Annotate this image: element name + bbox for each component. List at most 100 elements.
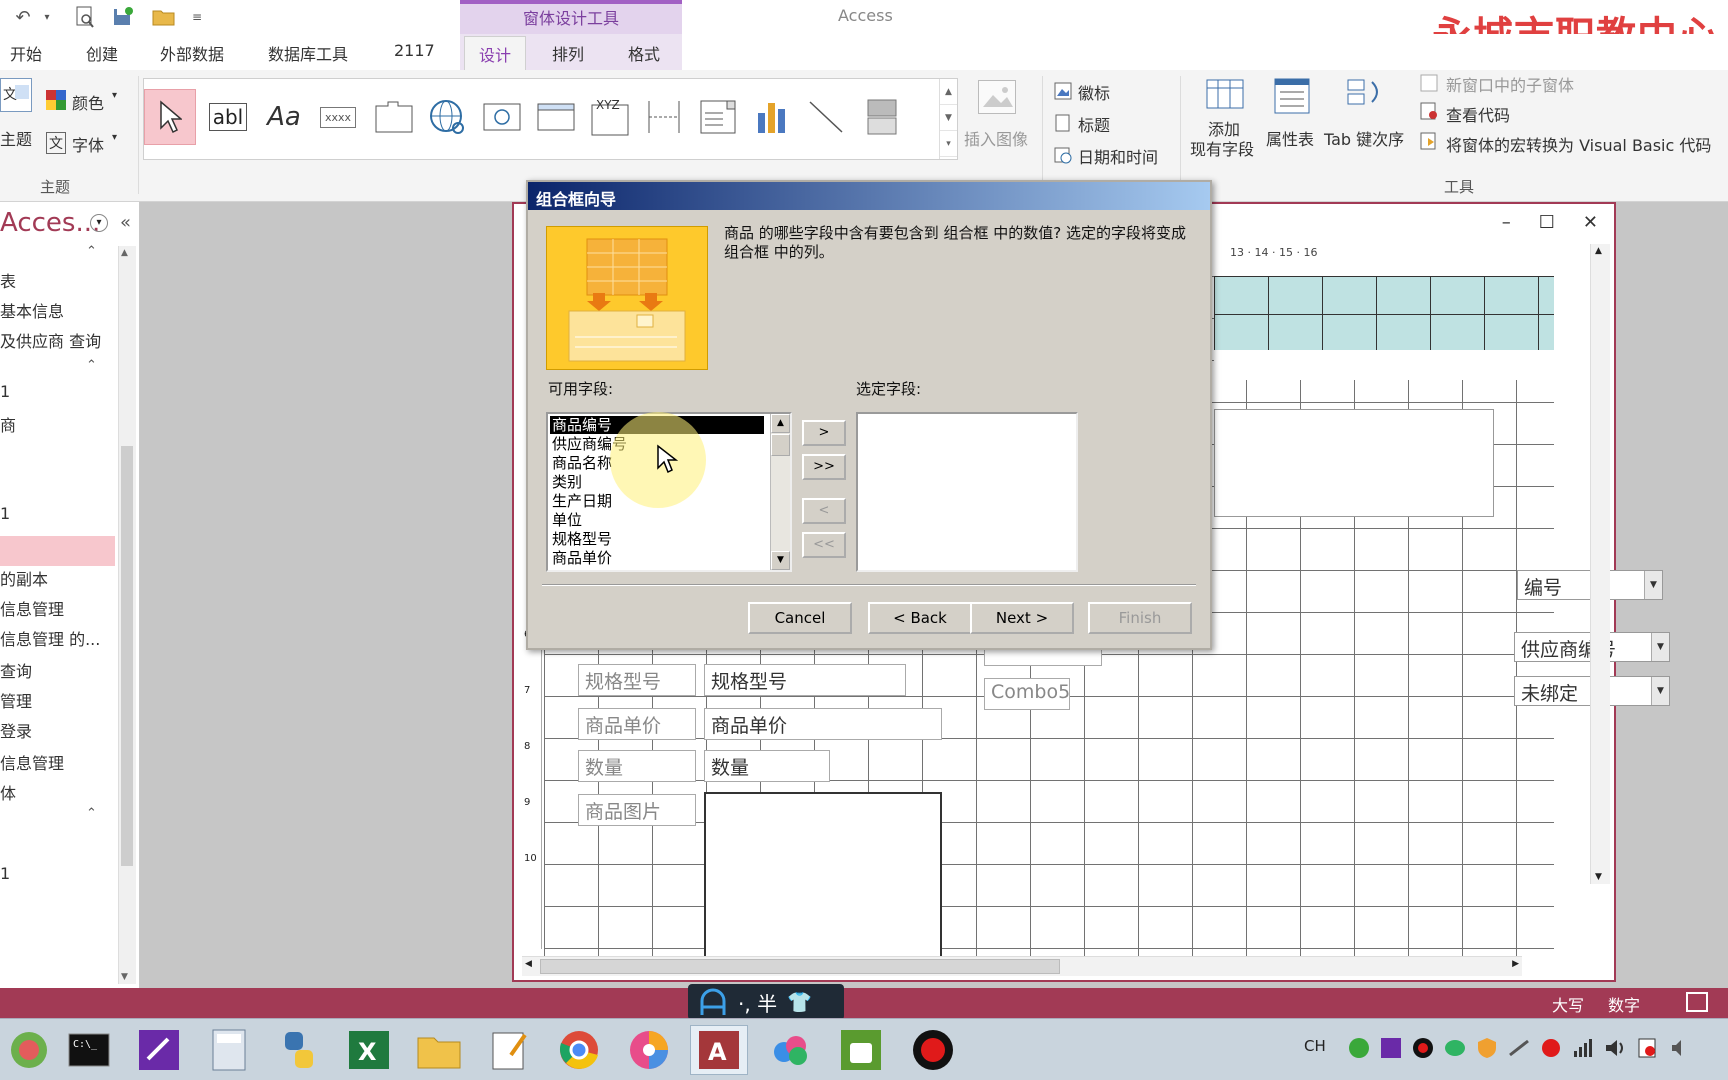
ime-skin-icon[interactable]: 👕 bbox=[787, 990, 812, 1014]
close-icon[interactable]: ✕ bbox=[1583, 212, 1598, 233]
nav-item[interactable]: 商 bbox=[0, 412, 16, 436]
list-item[interactable]: 类别 bbox=[552, 473, 582, 491]
tab-control-icon[interactable] bbox=[368, 89, 420, 145]
group-collapse-icon[interactable]: ⌃ bbox=[86, 244, 97, 259]
list-item[interactable]: 生产日期 bbox=[552, 492, 612, 510]
nav-item[interactable]: 查询 bbox=[0, 658, 32, 682]
group-collapse-icon[interactable]: ⌃ bbox=[86, 358, 97, 373]
dialog-title[interactable]: 组合框向导 bbox=[528, 182, 1210, 210]
tray-flag-icon[interactable] bbox=[1636, 1037, 1658, 1059]
combo-box-control-icon[interactable] bbox=[692, 89, 744, 145]
combo-dropdown-icon[interactable]: ▼ bbox=[1651, 633, 1669, 661]
network-icon[interactable] bbox=[1572, 1037, 1594, 1059]
field-textbox[interactable]: 规格型号 bbox=[704, 664, 906, 696]
chart-control-icon[interactable] bbox=[746, 89, 798, 145]
tab-create[interactable]: 创建 bbox=[86, 41, 118, 65]
form-horizontal-scrollbar[interactable]: ◀ ▶ bbox=[522, 956, 1522, 976]
tab-format[interactable]: 格式 bbox=[628, 41, 660, 65]
access-icon[interactable]: A bbox=[690, 1025, 748, 1075]
logo-button[interactable]: 徽标 bbox=[1078, 80, 1110, 104]
nav-scroll-down-icon[interactable]: ▼ bbox=[121, 972, 128, 982]
fonts-dropdown-icon[interactable]: ▾ bbox=[112, 132, 117, 143]
tray-wechat-icon[interactable] bbox=[1444, 1037, 1466, 1059]
tab-home[interactable]: 开始 bbox=[10, 41, 42, 65]
volume-icon[interactable] bbox=[1604, 1037, 1626, 1059]
textbox-control-icon[interactable]: abl bbox=[202, 89, 254, 145]
gallery-scrollbar[interactable]: ▲ ▼ ▾ bbox=[939, 79, 957, 159]
print-preview-icon[interactable] bbox=[72, 4, 98, 30]
maximize-icon[interactable]: ☐ bbox=[1539, 212, 1555, 233]
cancel-button[interactable]: Cancel bbox=[748, 602, 852, 634]
gallery-scroll-down-icon[interactable]: ▼ bbox=[940, 105, 957, 131]
nav-item[interactable]: 管理 bbox=[0, 688, 32, 712]
open-folder-icon[interactable] bbox=[150, 4, 178, 30]
back-button[interactable]: < Back bbox=[868, 602, 972, 634]
tray-app-icon[interactable] bbox=[1508, 1037, 1530, 1059]
navigation-control-icon[interactable] bbox=[530, 89, 582, 145]
view-code-button[interactable]: 查看代码 bbox=[1446, 102, 1510, 126]
excel-icon[interactable]: X bbox=[340, 1025, 398, 1075]
undo-dropdown-icon[interactable]: ▾ bbox=[40, 4, 54, 30]
field-textbox[interactable]: 商品单价 bbox=[704, 708, 942, 740]
tab-database-tools[interactable]: 数据库工具 bbox=[268, 41, 348, 65]
tray-record-icon[interactable] bbox=[1412, 1037, 1434, 1059]
tab-design[interactable]: 设计 bbox=[464, 36, 527, 70]
nav-collapse-icon[interactable]: « bbox=[120, 212, 131, 233]
nav-item[interactable]: 及供应商 查询 bbox=[0, 328, 101, 352]
nav-item[interactable]: 信息管理 bbox=[0, 596, 64, 620]
save-icon[interactable] bbox=[110, 4, 136, 30]
nav-item[interactable]: 信息管理 bbox=[0, 750, 64, 774]
toggle-button-control-icon[interactable] bbox=[856, 89, 908, 145]
title-button[interactable]: 标题 bbox=[1078, 112, 1110, 136]
gallery-more-icon[interactable]: ▾ bbox=[940, 131, 957, 157]
tray-app-icon[interactable] bbox=[1540, 1037, 1562, 1059]
web-browser-control-icon[interactable] bbox=[476, 89, 528, 145]
cloud-app-icon[interactable] bbox=[762, 1025, 820, 1075]
option-group-control-icon[interactable]: XYZ bbox=[584, 89, 636, 145]
hyperlink-control-icon[interactable] bbox=[422, 89, 474, 145]
list-scroll-thumb[interactable] bbox=[771, 434, 790, 456]
label-control-icon[interactable]: Aa bbox=[258, 89, 310, 145]
notepad-icon[interactable] bbox=[480, 1025, 538, 1075]
tab-order-button[interactable]: Tab 键次序 bbox=[1324, 126, 1404, 150]
list-scroll-up-icon[interactable]: ▲ bbox=[771, 414, 790, 433]
ime-logo-icon[interactable] bbox=[698, 987, 728, 1017]
nav-scroll-thumb[interactable] bbox=[121, 446, 133, 866]
command-prompt-icon[interactable]: C:\_ bbox=[60, 1025, 118, 1075]
nav-item[interactable]: 基本信息 bbox=[0, 298, 64, 322]
list-item[interactable]: 规格型号 bbox=[552, 530, 612, 548]
insert-image-button[interactable]: 插入图像 bbox=[964, 126, 1028, 150]
group-collapse-icon[interactable]: ⌃ bbox=[86, 806, 97, 821]
add-existing-fields-line2[interactable]: 现有字段 bbox=[1190, 136, 1254, 160]
nav-item[interactable]: 体 bbox=[0, 780, 16, 804]
form-vertical-scrollbar[interactable]: ▲ ▼ bbox=[1590, 244, 1610, 884]
tray-app-icon[interactable] bbox=[1348, 1037, 1370, 1059]
next-button[interactable]: Next > bbox=[970, 602, 1074, 634]
nav-item[interactable]: 1 bbox=[0, 382, 10, 401]
design-view-icon[interactable] bbox=[1686, 992, 1708, 1012]
nav-menu-dropdown-icon[interactable]: ▾ bbox=[90, 214, 108, 232]
nav-scroll-up-icon[interactable]: ▲ bbox=[121, 248, 128, 258]
nav-pane-title[interactable]: Acces... bbox=[0, 208, 100, 238]
nav-item[interactable]: 表 bbox=[0, 268, 16, 292]
screen-recorder-icon[interactable] bbox=[904, 1025, 962, 1075]
clock-area[interactable] bbox=[1700, 1037, 1728, 1059]
list-item[interactable]: 商品名称 bbox=[552, 454, 612, 472]
form-scroll-right-icon[interactable]: ▶ bbox=[1512, 959, 1519, 969]
ime-status-text[interactable]: ·, 半 bbox=[738, 988, 777, 1017]
combo-dropdown-icon[interactable]: ▼ bbox=[1644, 571, 1662, 599]
tab-2117[interactable]: 2117 bbox=[394, 41, 435, 60]
customize-qat-icon[interactable]: ≡ bbox=[190, 4, 204, 30]
field-label[interactable]: 商品图片 bbox=[578, 794, 696, 826]
field-textbox[interactable]: 数量 bbox=[704, 750, 830, 782]
combo-dropdown-icon[interactable]: ▼ bbox=[1651, 677, 1669, 705]
nav-item[interactable]: 的副本 bbox=[0, 566, 48, 590]
nav-item[interactable]: 信息管理 的... bbox=[0, 626, 100, 650]
themes-button[interactable]: 主题 bbox=[0, 126, 32, 150]
form-scroll-down-icon[interactable]: ▼ bbox=[1595, 872, 1602, 882]
page-break-control-icon[interactable] bbox=[638, 89, 690, 145]
add-field-button[interactable]: > bbox=[802, 420, 846, 446]
color-wheel-app-icon[interactable] bbox=[620, 1025, 678, 1075]
colors-button[interactable]: 颜色 bbox=[72, 90, 104, 114]
nav-scrollbar[interactable]: ▲ ▼ bbox=[118, 246, 136, 984]
